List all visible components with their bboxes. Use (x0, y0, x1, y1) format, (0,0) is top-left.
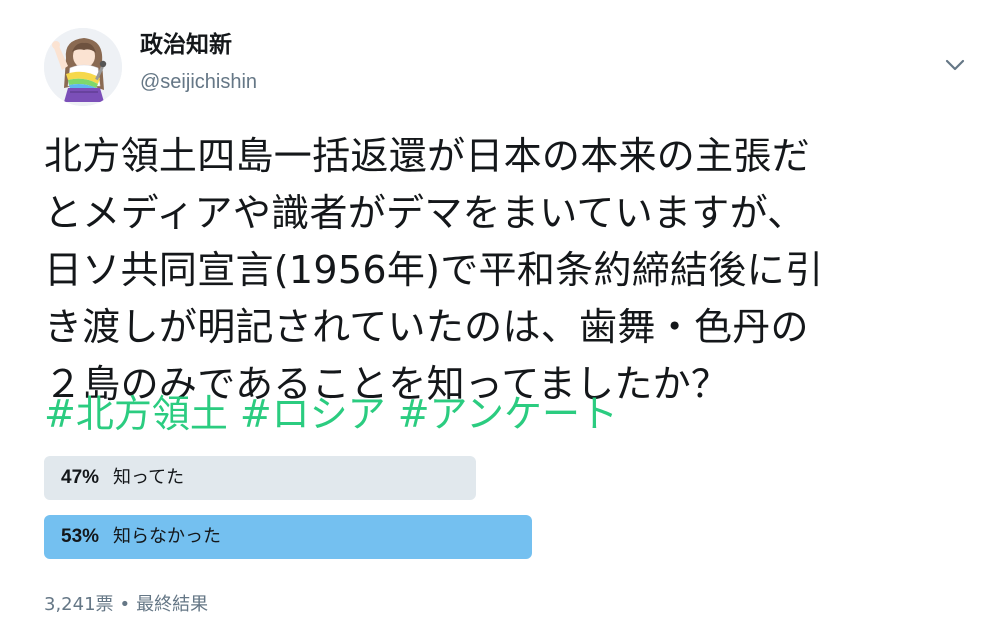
poll-meta: 3,241票 • 最終結果 (44, 592, 208, 618)
user-handle[interactable]: @seijichishin (140, 69, 257, 95)
poll-percentage: 53% (61, 526, 100, 547)
poll-percentage: 47% (61, 467, 100, 488)
poll-choice-text: 知ってた (113, 467, 185, 488)
avatar[interactable] (44, 28, 122, 106)
poll-option: 53% 知らなかった (44, 515, 644, 559)
avatar-image (44, 28, 122, 106)
author-info: 政治知新 @seijichishin (140, 30, 257, 95)
hashtag-link[interactable]: #アンケート (398, 392, 618, 436)
vote-count: 3,241票 (44, 594, 114, 615)
hashtag-list: #北方領土 #ロシア #アンケート (44, 386, 630, 443)
poll-choice-text: 知らなかった (113, 526, 222, 547)
meta-separator: • (119, 594, 131, 615)
poll-option-label: 53% 知らなかった (61, 515, 221, 559)
chevron-down-icon[interactable] (943, 53, 967, 77)
poll-option: 47% 知ってた (44, 456, 644, 500)
display-name[interactable]: 政治知新 (140, 30, 257, 60)
hashtag-link[interactable]: #北方領土 (44, 392, 228, 436)
poll-option-label: 47% 知ってた (61, 456, 184, 500)
poll: 47% 知ってた 53% 知らなかった (44, 456, 644, 574)
tweet-text: 北方領土四島一括返還が日本の本来の主張だ とメディアや識者がデマをまいていますが… (44, 134, 824, 406)
poll-status: 最終結果 (136, 594, 209, 615)
hashtag-link[interactable]: #ロシア (240, 392, 386, 436)
